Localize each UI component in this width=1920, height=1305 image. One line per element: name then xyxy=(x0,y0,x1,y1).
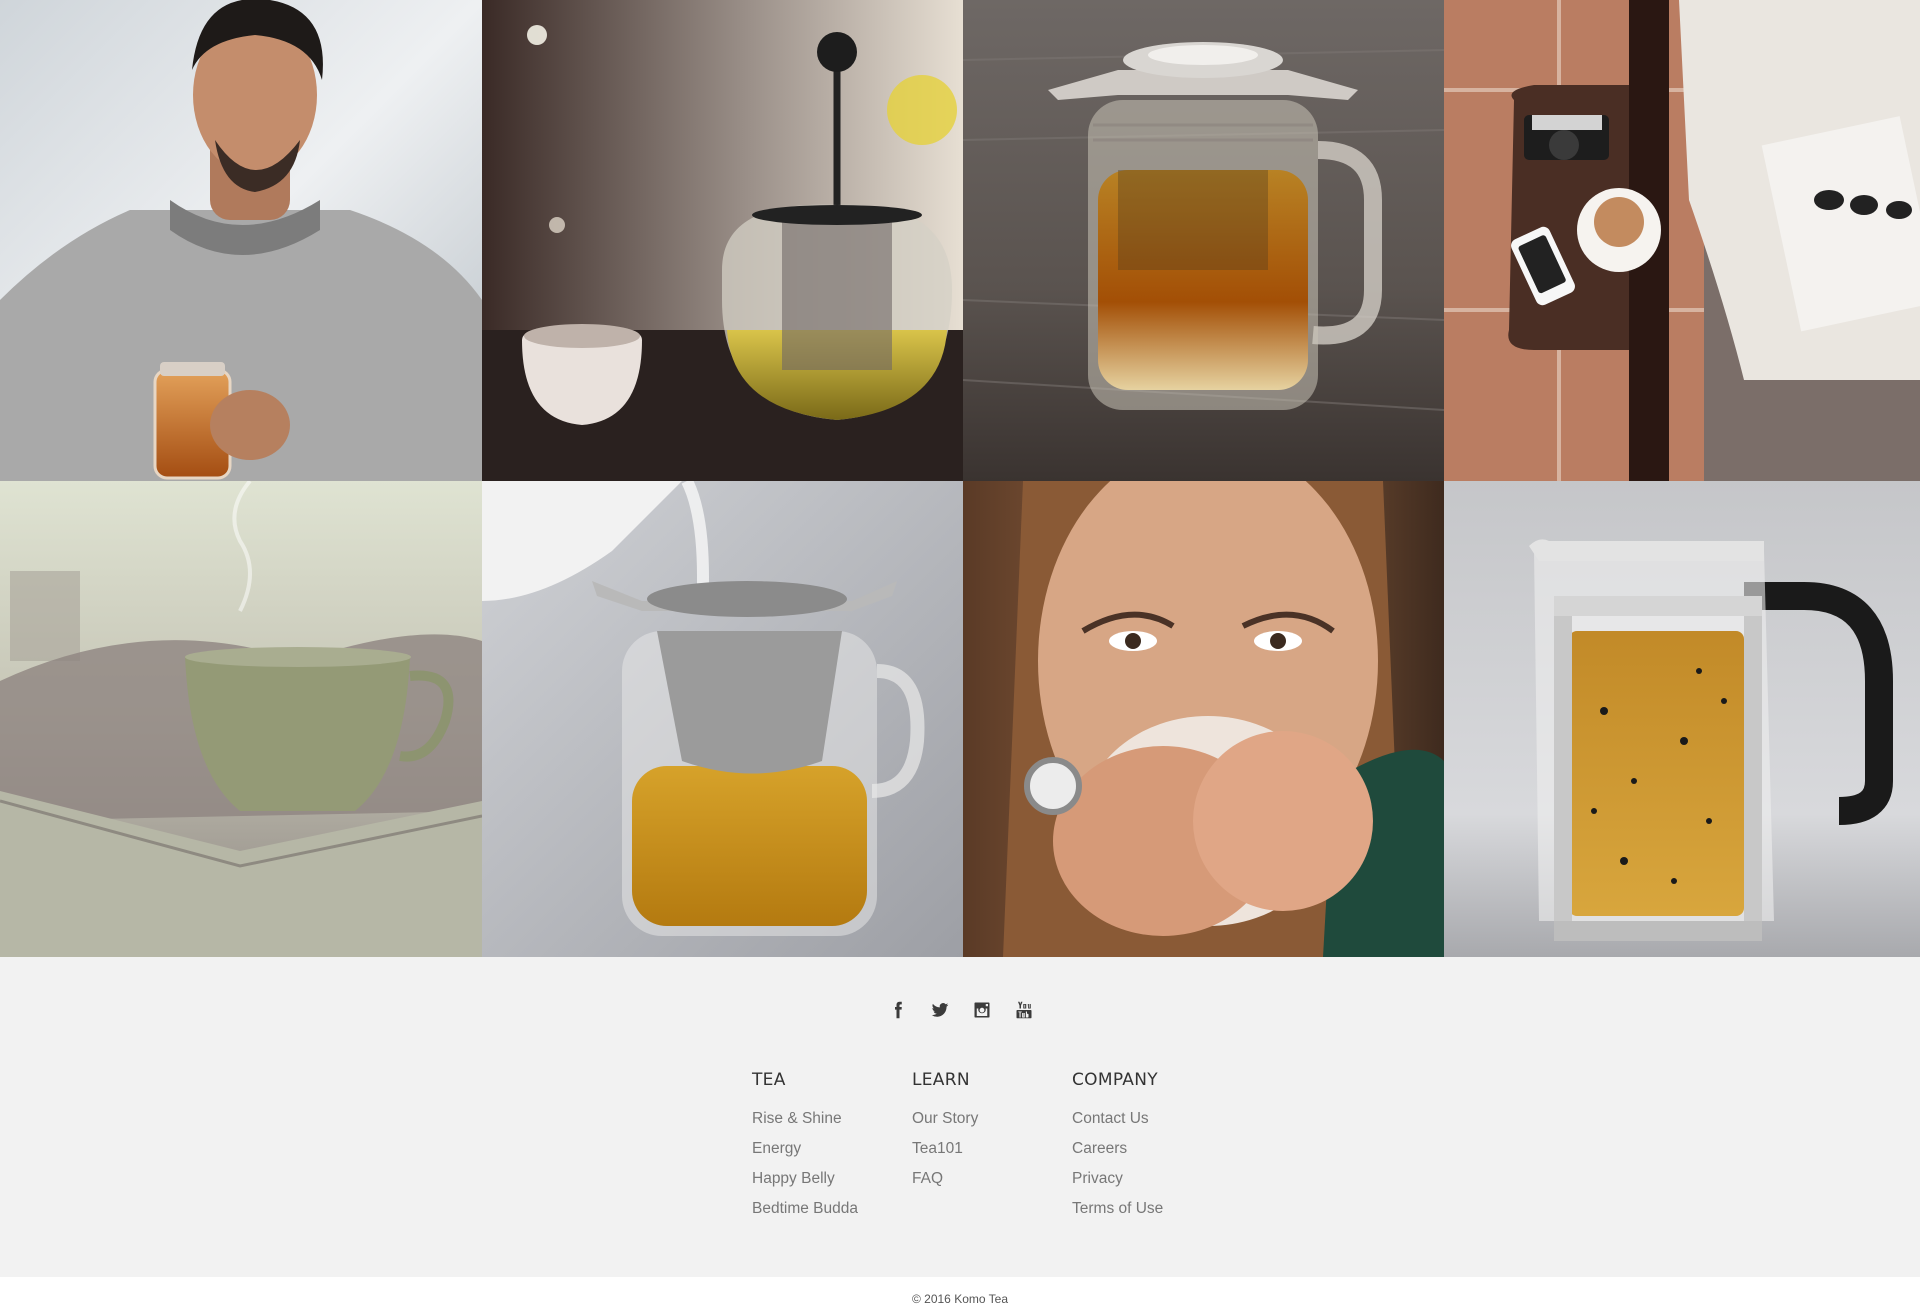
instagram-icon xyxy=(974,1002,990,1018)
footer-link-happy-belly[interactable]: Happy Belly xyxy=(752,1164,912,1194)
footer-link-rise-and-shine[interactable]: Rise & Shine xyxy=(752,1104,912,1134)
copyright-bar: © 2016 Komo Tea xyxy=(0,1277,1920,1305)
copyright-text: © 2016 Komo Tea xyxy=(911,1292,1009,1305)
twitter-icon xyxy=(931,1003,949,1017)
gallery-photo-man-with-tea[interactable] xyxy=(0,0,482,481)
social-links xyxy=(0,1000,1920,1020)
photo-gallery xyxy=(0,0,1920,957)
instagram-link[interactable] xyxy=(972,1000,992,1020)
gallery-photo-pouring-tea[interactable] xyxy=(482,481,963,957)
footer-column-learn: LEARN Our Story Tea101 FAQ xyxy=(912,1070,1072,1224)
site-footer: TEA Rise & Shine Energy Happy Belly Bedt… xyxy=(0,957,1920,1277)
footer-link-faq[interactable]: FAQ xyxy=(912,1164,1072,1194)
footer-link-terms-of-use[interactable]: Terms of Use xyxy=(1072,1194,1232,1224)
gallery-photo-woman-drinking[interactable] xyxy=(963,481,1444,957)
footer-heading-company: COMPANY xyxy=(1072,1070,1158,1090)
footer-link-tea101[interactable]: Tea101 xyxy=(912,1134,1072,1164)
footer-link-careers[interactable]: Careers xyxy=(1072,1134,1232,1164)
gallery-photo-tea-jar-infuser[interactable] xyxy=(963,0,1444,481)
footer-link-privacy[interactable]: Privacy xyxy=(1072,1164,1232,1194)
facebook-link[interactable] xyxy=(888,1000,908,1020)
youtube-link[interactable] xyxy=(1014,1000,1034,1020)
footer-heading-learn: LEARN xyxy=(912,1070,970,1090)
footer-heading-tea: TEA xyxy=(752,1070,786,1090)
gallery-photo-mug-on-book[interactable] xyxy=(0,481,482,957)
gallery-photo-teapot[interactable] xyxy=(482,0,963,481)
gallery-photo-french-press[interactable] xyxy=(1444,481,1920,957)
footer-column-company: COMPANY Contact Us Careers Privacy Terms… xyxy=(1072,1070,1232,1224)
footer-column-tea: TEA Rise & Shine Energy Happy Belly Bedt… xyxy=(752,1070,912,1224)
twitter-link[interactable] xyxy=(930,1000,950,1020)
footer-link-columns: TEA Rise & Shine Energy Happy Belly Bedt… xyxy=(752,1070,1232,1224)
facebook-icon xyxy=(895,1001,902,1019)
youtube-icon xyxy=(1016,1001,1032,1019)
footer-link-our-story[interactable]: Our Story xyxy=(912,1104,1072,1134)
gallery-photo-tea-on-stool[interactable] xyxy=(1444,0,1920,481)
footer-link-contact-us[interactable]: Contact Us xyxy=(1072,1104,1232,1134)
footer-link-energy[interactable]: Energy xyxy=(752,1134,912,1164)
footer-link-bedtime-budda[interactable]: Bedtime Budda xyxy=(752,1194,912,1224)
